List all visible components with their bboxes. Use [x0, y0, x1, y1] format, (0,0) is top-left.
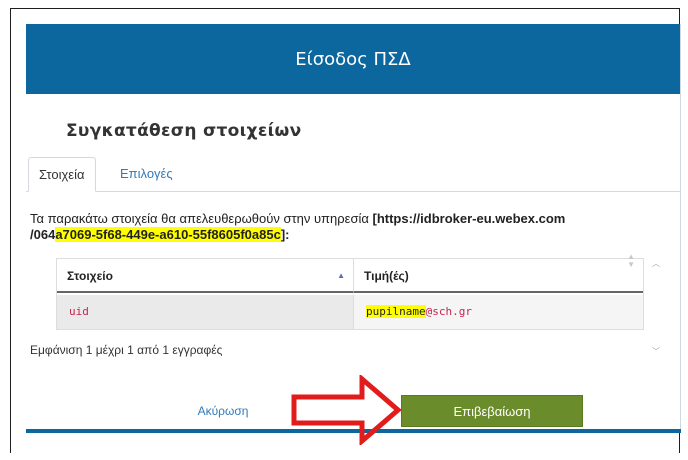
scroll-up-icon[interactable]: ︿ [650, 258, 662, 270]
scroll-down-icon[interactable]: ﹀ [650, 346, 662, 358]
dialog-header: Είσοδος ΠΣΔ [26, 24, 680, 94]
redacted-service-id: a7069-5f68-449e-a610-55f8605f0a85c [55, 227, 281, 242]
sort-ascending-icon: ▲ [337, 271, 345, 280]
consent-dialog: Είσοδος ΠΣΔ Συγκατάθεση στοιχείων Στοιχε… [26, 24, 681, 429]
redacted-username: pupilname [366, 305, 426, 318]
column-header-values[interactable]: Τιμή(ές) ▲ ▼ [354, 253, 643, 293]
tab-options[interactable]: Επιλογές [110, 157, 183, 191]
cancel-button[interactable]: Ακύρωση [178, 397, 268, 425]
column-header-values-label: Τιμή(ές) [364, 269, 409, 283]
service-url-end: ]: [280, 227, 290, 242]
service-url-id: /064 [30, 227, 56, 242]
description-text: Τα παρακάτω στοιχεία θα απελευθερωθούν σ… [30, 211, 373, 226]
table-scrollbar[interactable]: ︿ ﹀ [650, 258, 662, 358]
table-info: Εμφάνιση 1 μέχρι 1 από 1 εγγραφές [30, 343, 223, 357]
consent-heading: Συγκατάθεση στοιχείων [66, 121, 302, 141]
value-domain: @sch.gr [425, 305, 472, 318]
dialog-title: Είσοδος ΠΣΔ [295, 48, 411, 70]
table-cell-value: pupilname@sch.gr [354, 295, 643, 329]
service-url: [https://idbroker-eu.webex.com [372, 211, 566, 226]
annotation-arrow-icon [291, 375, 402, 445]
service-url-line2: /064a7069-5f68-449e-a610-55f8605f0a85c]: [30, 227, 630, 243]
table-cell-attribute: uid [57, 295, 354, 329]
sort-both-icon: ▲ ▼ [627, 252, 635, 269]
tab-attributes[interactable]: Στοιχεία [28, 157, 96, 192]
attributes-table: Στοιχείο ▲ Τιμή(ές) ▲ ▼ uid pupilname@sch… [56, 253, 644, 330]
tab-bar: Στοιχεία Επιλογές [26, 157, 680, 192]
release-description: Τα παρακάτω στοιχεία θα απελευθερωθούν σ… [30, 211, 630, 243]
column-header-attribute-label: Στοιχείο [67, 269, 113, 283]
column-header-attribute[interactable]: Στοιχείο ▲ [57, 259, 354, 293]
